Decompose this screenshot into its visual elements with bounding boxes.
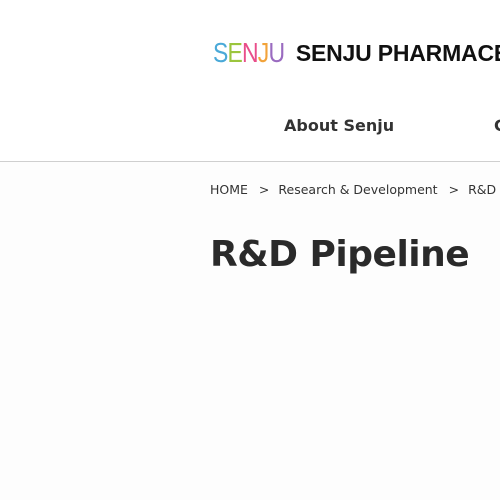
breadcrumb-current: R&D Pipel <box>468 182 500 197</box>
company-name: SENJU PHARMACE <box>295 39 500 66</box>
breadcrumb-research-link[interactable]: Research & Development <box>278 182 437 197</box>
senju-logo-mark: S E N J U <box>213 37 285 68</box>
breadcrumb-separator: > <box>448 182 460 197</box>
breadcrumb: HOME > Research & Development > R&D Pipel <box>210 182 500 197</box>
page: S E N J U SENJU PHARMACE About Senju C H… <box>0 0 500 500</box>
logo-letter-e: E <box>227 37 243 68</box>
nav-item-about-senju[interactable]: About Senju <box>284 116 394 135</box>
site-header: S E N J U SENJU PHARMACE About Senju C <box>0 0 500 162</box>
logo-letter-s: S <box>213 37 228 68</box>
logo-letter-u: U <box>268 37 285 68</box>
page-title: R&D Pipeline <box>210 234 470 275</box>
logo-letter-j: J <box>257 37 269 68</box>
nav-item-next[interactable]: C <box>494 116 500 135</box>
site-logo[interactable]: S E N J U SENJU PHARMACE <box>213 34 500 72</box>
breadcrumb-home-link[interactable]: HOME <box>210 182 248 197</box>
logo-letter-n: N <box>242 37 259 68</box>
breadcrumb-separator: > <box>258 182 270 197</box>
